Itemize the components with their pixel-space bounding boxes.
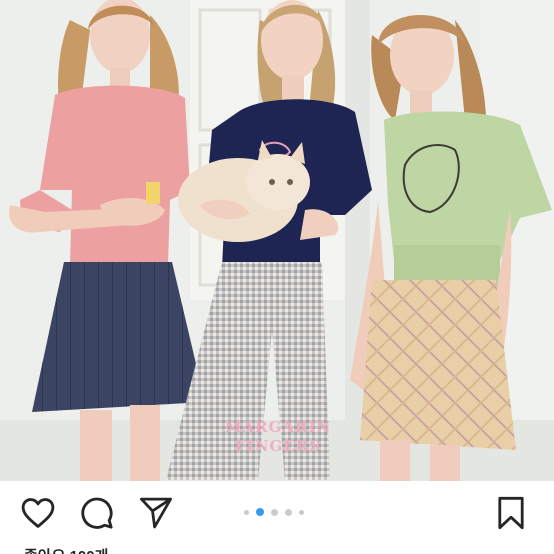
instagram-post: MARGARIN FINGERS (0, 0, 554, 554)
carousel-dot (271, 508, 278, 516)
carousel-dot-active (256, 508, 264, 516)
comment-button[interactable] (79, 495, 115, 531)
carousel-dot (299, 509, 304, 515)
carousel-dot (244, 509, 249, 515)
comment-bubble-icon (81, 497, 113, 529)
brand-watermark: MARGARIN FINGERS (214, 418, 342, 456)
save-button[interactable] (493, 495, 529, 531)
heart-outline-icon (21, 498, 55, 528)
carousel-dot (285, 508, 292, 516)
paper-plane-icon (140, 497, 173, 529)
watermark-line-1: MARGARIN (224, 418, 332, 436)
bookmark-outline-icon (498, 496, 524, 530)
carousel-indicator (244, 507, 304, 517)
watermark-line-2: FINGERS (235, 437, 321, 455)
post-action-bar (0, 481, 554, 543)
likes-count[interactable]: 좋아요 100개 (24, 545, 108, 554)
post-photo[interactable]: MARGARIN FINGERS (0, 0, 554, 481)
like-button[interactable] (20, 495, 56, 531)
share-button[interactable] (138, 495, 174, 531)
photo-illustration (0, 0, 554, 481)
